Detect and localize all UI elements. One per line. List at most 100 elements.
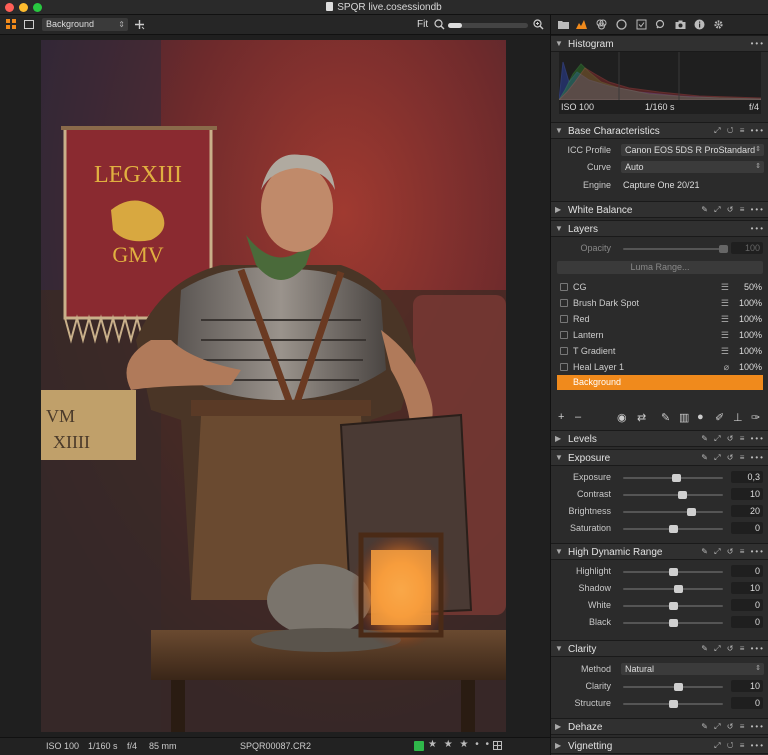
fit-label[interactable]: Fit: [417, 19, 428, 30]
luma-range-button[interactable]: Luma Range...: [557, 261, 763, 274]
levels-header[interactable]: ▶ Levels ✎ ⤢ ↺ ≡ •••: [551, 430, 768, 447]
add-layer-icon[interactable]: [134, 19, 145, 30]
clarity-structure-slider[interactable]: [623, 700, 723, 708]
slider-knob[interactable]: [669, 619, 678, 627]
vignetting-header[interactable]: ▶ Vignetting ⤢ ↺ ≡ •••: [551, 737, 768, 754]
add-icon[interactable]: +: [558, 411, 564, 423]
pen-icon[interactable]: ✐: [715, 411, 724, 424]
remove-icon[interactable]: –: [575, 411, 581, 423]
exposure-contrast-slider[interactable]: [623, 491, 723, 499]
slider-knob[interactable]: [678, 491, 687, 499]
color-tag[interactable]: [414, 741, 424, 751]
photo-preview[interactable]: LEGXIII GMV VM XIIII: [41, 40, 506, 732]
clarity-clarity-slider[interactable]: [623, 683, 723, 691]
clarity-header[interactable]: ▼ Clarity ✎ ⤢ ↺ ≡ •••: [551, 640, 768, 657]
histogram-header[interactable]: ▼ Histogram •••: [551, 35, 768, 52]
camera-icon[interactable]: [675, 19, 686, 30]
section-tools-icon[interactable]: ⤢ ↺ ≡ •••: [714, 741, 765, 751]
slider-knob[interactable]: [669, 525, 678, 533]
info-icon[interactable]: [694, 19, 705, 30]
gear-icon[interactable]: [713, 19, 724, 30]
base-characteristics-header[interactable]: ▼ Base Characteristics ⤢ ↺ ≡ •••: [551, 122, 768, 139]
more-icon[interactable]: •••: [751, 39, 765, 48]
dehaze-header[interactable]: ▶ Dehaze ✎ ⤢ ↺ ≡ •••: [551, 718, 768, 735]
slider-knob[interactable]: [669, 602, 678, 610]
zoom-out-icon[interactable]: [434, 19, 445, 30]
star-rating[interactable]: ★ ★ ★ • •: [428, 739, 491, 750]
hdr-black-value[interactable]: 0: [731, 616, 763, 628]
layer-checkbox[interactable]: [560, 283, 568, 291]
grid-icon[interactable]: [493, 741, 502, 750]
adjust-icon[interactable]: [576, 19, 587, 30]
stamp-icon[interactable]: ⊥: [733, 411, 743, 424]
slider-knob[interactable]: [674, 585, 683, 593]
more-icon[interactable]: •••: [751, 224, 765, 233]
color-icon[interactable]: [596, 19, 607, 30]
checklist-icon[interactable]: [636, 19, 647, 30]
opacity-value[interactable]: 100: [731, 242, 763, 254]
slider-knob[interactable]: [669, 568, 678, 576]
exposure-exposure-slider[interactable]: [623, 474, 723, 482]
hdr-highlight-value[interactable]: 0: [731, 565, 763, 577]
slider-knob[interactable]: [669, 700, 678, 708]
eraser-icon[interactable]: ✑: [751, 411, 760, 424]
brush-icon[interactable]: ✎: [661, 411, 670, 424]
method-select[interactable]: Natural ⇕: [621, 663, 764, 675]
layer-row-brush-dark-spot[interactable]: Brush Dark Spot ☰ 100%: [551, 296, 768, 311]
zoom-in-icon[interactable]: [533, 19, 544, 30]
section-tools-icon[interactable]: ✎ ⤢ ↺ ≡ •••: [701, 453, 765, 463]
exposure-contrast-value[interactable]: 10: [731, 488, 763, 500]
layer-row-lantern[interactable]: Lantern ☰ 100%: [551, 328, 768, 343]
layer-checkbox[interactable]: [560, 347, 568, 355]
icc-profile-select[interactable]: Canon EOS 5DS R ProStandard ⇕: [621, 144, 764, 156]
layer-select[interactable]: Background ⇕: [42, 18, 128, 31]
layer-row-cg[interactable]: CG ☰ 50%: [551, 280, 768, 295]
slider-knob[interactable]: [674, 683, 683, 691]
search-icon[interactable]: [655, 19, 666, 30]
exposure-exposure-value[interactable]: 0,3: [731, 471, 763, 483]
zoom-slider[interactable]: [448, 23, 528, 28]
curve-select[interactable]: Auto ⇕: [621, 161, 764, 173]
layer-row-t-gradient[interactable]: T Gradient ☰ 100%: [551, 344, 768, 359]
layers-header[interactable]: ▼ Layers •••: [551, 220, 768, 237]
exposure-saturation-value[interactable]: 0: [731, 522, 763, 534]
hdr-white-value[interactable]: 0: [731, 599, 763, 611]
layer-row-background[interactable]: Background: [557, 375, 763, 390]
mask-icon[interactable]: ◉: [617, 411, 627, 424]
exposure-brightness-value[interactable]: 20: [731, 505, 763, 517]
section-tools-icon[interactable]: ✎ ⤢ ↺ ≡ •••: [701, 434, 765, 444]
exposure-brightness-slider[interactable]: [623, 508, 723, 516]
layer-checkbox[interactable]: [560, 363, 568, 371]
folder-icon[interactable]: [558, 19, 569, 30]
section-tools-icon[interactable]: ✎ ⤢ ↺ ≡ •••: [701, 547, 765, 557]
lens-icon[interactable]: [616, 19, 627, 30]
clarity-structure-value[interactable]: 0: [731, 697, 763, 709]
exposure-saturation-slider[interactable]: [623, 525, 723, 533]
section-tools-icon[interactable]: ✎ ⤢ ↺ ≡ •••: [701, 722, 765, 732]
grid-view-icon[interactable]: [6, 19, 17, 30]
hdr-black-slider[interactable]: [623, 619, 723, 627]
section-tools-icon[interactable]: ✎ ⤢ ↺ ≡ •••: [701, 644, 765, 654]
slider-knob[interactable]: [672, 474, 681, 482]
gradient-icon[interactable]: ▥: [679, 411, 689, 424]
hdr-shadow-slider[interactable]: [623, 585, 723, 593]
hdr-white-slider[interactable]: [623, 602, 723, 610]
opacity-slider-knob[interactable]: [719, 245, 728, 253]
layer-checkbox[interactable]: [560, 331, 568, 339]
slider-knob[interactable]: [687, 508, 696, 516]
layer-checkbox[interactable]: [560, 299, 568, 307]
section-tools-icon[interactable]: ⤢ ↺ ≡ •••: [714, 126, 765, 136]
section-tools-icon[interactable]: ✎ ⤢ ↺ ≡ •••: [701, 205, 765, 215]
swap-icon[interactable]: ⇄: [637, 411, 646, 424]
hdr-header[interactable]: ▼ High Dynamic Range ✎ ⤢ ↺ ≡ •••: [551, 543, 768, 560]
opacity-slider[interactable]: [623, 245, 728, 253]
radial-icon[interactable]: ●: [697, 411, 704, 423]
layer-row-heal-layer-1[interactable]: Heal Layer 1 ⌀ 100%: [551, 360, 768, 375]
hdr-highlight-slider[interactable]: [623, 568, 723, 576]
hdr-shadow-value[interactable]: 10: [731, 582, 763, 594]
layer-row-red[interactable]: Red ☰ 100%: [551, 312, 768, 327]
single-view-icon[interactable]: [24, 19, 35, 30]
layer-checkbox[interactable]: [560, 315, 568, 323]
image-viewer[interactable]: LEGXIII GMV VM XIIII: [0, 35, 550, 737]
clarity-clarity-value[interactable]: 10: [731, 680, 763, 692]
